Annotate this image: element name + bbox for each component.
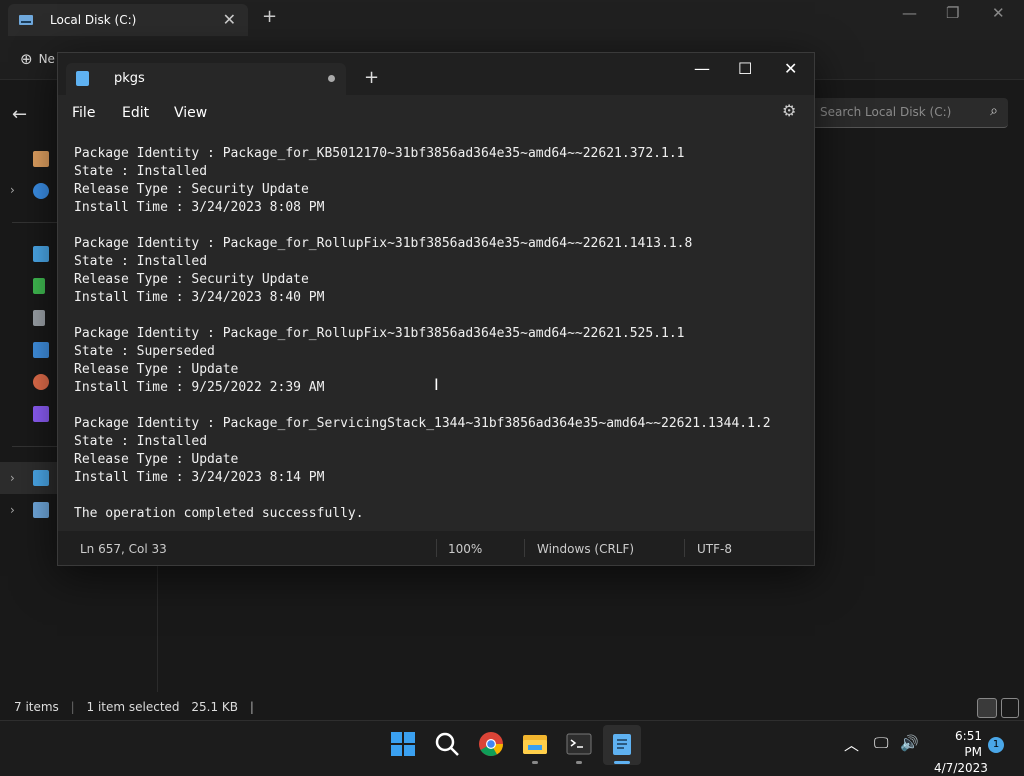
- running-indicator: [576, 761, 582, 764]
- editor-content: Package Identity : Package_for_KB5012170…: [74, 146, 771, 521]
- file-explorer-icon[interactable]: [522, 731, 548, 757]
- search-icon[interactable]: [434, 731, 460, 757]
- chevron-right-icon[interactable]: ›: [10, 471, 15, 485]
- chevron-right-icon[interactable]: ›: [10, 503, 15, 517]
- maximize-icon[interactable]: ❐: [946, 4, 959, 22]
- details-view-icon[interactable]: [977, 698, 997, 718]
- menu-file[interactable]: File: [72, 105, 95, 121]
- close-tab-icon[interactable]: ✕: [223, 10, 236, 29]
- notification-badge[interactable]: 1: [988, 737, 1004, 753]
- music-icon[interactable]: [33, 374, 49, 390]
- search-input[interactable]: Search Local Disk (C:) ⌕: [812, 98, 1008, 128]
- home-icon[interactable]: [33, 151, 49, 167]
- pictures-icon[interactable]: [33, 342, 49, 358]
- terminal-icon[interactable]: [566, 731, 592, 757]
- notepad-menubar: File Edit View: [58, 95, 814, 129]
- notepad-status-bar: Ln 657, Col 33 100% Windows (CRLF) UTF-8: [58, 531, 814, 565]
- notepad-tab[interactable]: pkgs: [66, 63, 346, 95]
- downloads-icon[interactable]: [33, 278, 45, 294]
- status-divider: [436, 539, 437, 557]
- cursor-position: Ln 657, Col 33: [80, 542, 167, 556]
- close-icon[interactable]: ✕: [784, 59, 797, 78]
- unsaved-indicator[interactable]: [328, 75, 335, 82]
- encoding[interactable]: UTF-8: [697, 542, 732, 556]
- chevron-right-icon[interactable]: ›: [10, 183, 15, 197]
- item-count: 7 items: [14, 700, 59, 714]
- minimize-icon[interactable]: —: [694, 59, 710, 78]
- search-placeholder: Search Local Disk (C:): [820, 105, 952, 119]
- new-tab-icon[interactable]: +: [364, 67, 379, 88]
- notepad-icon[interactable]: [609, 731, 635, 757]
- notepad-titlebar: pkgs + — ☐ ✕: [58, 53, 814, 95]
- minimize-icon[interactable]: —: [902, 4, 917, 22]
- documents-icon[interactable]: [33, 310, 45, 326]
- explorer-tab[interactable]: Local Disk (C:) ✕: [8, 4, 248, 36]
- text-editor[interactable]: Package Identity : Package_for_KB5012170…: [58, 129, 814, 531]
- selection-count: 1 item selected: [86, 700, 180, 714]
- plus-circle-icon: ⊕: [20, 50, 33, 68]
- notepad-tab-title: pkgs: [114, 71, 145, 86]
- status-divider: [684, 539, 685, 557]
- network-icon[interactable]: 🖵: [874, 734, 888, 752]
- new-button-label: Ne: [38, 52, 55, 66]
- explorer-status-bar: 7 items | 1 item selected 25.1 KB |: [14, 700, 254, 714]
- notepad-icon: [76, 71, 89, 86]
- maximize-icon[interactable]: ☐: [738, 59, 752, 78]
- clock-time: 6:51 PM: [955, 729, 982, 759]
- desktop-icon[interactable]: [33, 246, 49, 262]
- this-pc-icon[interactable]: [33, 470, 49, 486]
- onedrive-icon[interactable]: [33, 183, 49, 199]
- videos-icon[interactable]: [33, 406, 49, 422]
- close-icon[interactable]: ✕: [992, 4, 1005, 22]
- active-indicator: [614, 761, 630, 764]
- network-icon[interactable]: [33, 502, 49, 518]
- new-button[interactable]: ⊕ Ne: [20, 50, 55, 68]
- notepad-window: pkgs + — ☐ ✕ File Edit View ⚙ Package Id…: [57, 52, 815, 566]
- settings-gear-icon[interactable]: ⚙: [782, 101, 796, 120]
- chrome-icon[interactable]: [478, 731, 504, 757]
- taskbar: ︿ 🖵 🔊 6:51 PM 4/7/2023 1: [0, 720, 1024, 775]
- menu-edit[interactable]: Edit: [122, 105, 149, 121]
- explorer-tab-title: Local Disk (C:): [50, 13, 137, 27]
- menu-view[interactable]: View: [174, 105, 207, 121]
- start-icon[interactable]: [390, 731, 416, 757]
- selection-size: 25.1 KB: [191, 700, 239, 714]
- line-ending[interactable]: Windows (CRLF): [537, 542, 634, 556]
- clock-date: 4/7/2023: [934, 761, 988, 775]
- drive-icon: [19, 15, 33, 25]
- volume-icon[interactable]: 🔊: [900, 734, 919, 752]
- chevron-up-icon[interactable]: ︿: [844, 734, 859, 755]
- explorer-titlebar: Local Disk (C:) ✕ + — ❐ ✕: [0, 0, 1024, 40]
- running-indicator: [532, 761, 538, 764]
- zoom-level[interactable]: 100%: [448, 542, 482, 556]
- search-icon: ⌕: [990, 103, 998, 119]
- new-tab-icon[interactable]: +: [262, 6, 277, 27]
- status-divider: [524, 539, 525, 557]
- back-arrow-icon[interactable]: ←: [12, 104, 27, 125]
- clock[interactable]: 6:51 PM 4/7/2023: [934, 728, 988, 776]
- text-cursor-icon: Ⅰ: [434, 375, 439, 394]
- tiles-view-icon[interactable]: [1001, 698, 1019, 718]
